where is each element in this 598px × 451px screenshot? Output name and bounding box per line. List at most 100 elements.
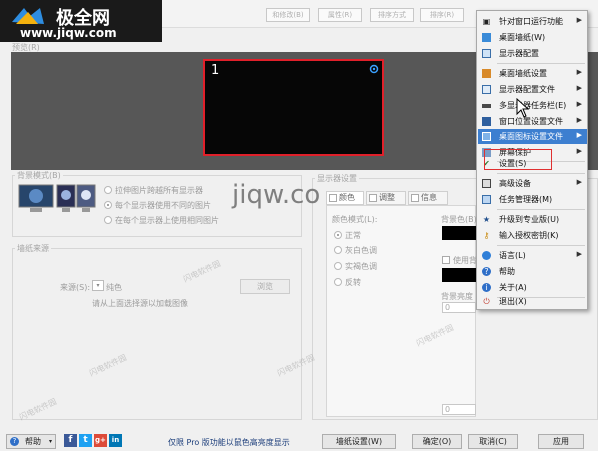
source-hint: 请从上面选择源以加载图像 [92, 299, 188, 308]
menu-item-wallpaper-settings[interactable]: 桌面墙纸设置 ▶ [478, 66, 587, 81]
color-mode-sepia-label: 实褐色调 [345, 262, 377, 271]
menu-item-window-position[interactable]: 窗口位置设置文件 ▶ [478, 114, 587, 129]
bg-opacity-input[interactable]: 0 [442, 302, 476, 313]
color-mode-invert-label: 反转 [345, 278, 361, 287]
menu-item-desktop-icons[interactable]: 桌面图标设置文件 ▶ [478, 129, 587, 144]
bg-color-swatch[interactable] [442, 226, 476, 240]
chevron-right-icon: ▶ [576, 100, 582, 108]
linkedin-icon[interactable]: in [109, 434, 122, 447]
menu-item-monitor-config[interactable]: 显示器配置 [478, 46, 587, 61]
menu-item-language[interactable]: 语言(L) ▶ [478, 248, 587, 263]
chevron-right-icon: ▶ [576, 250, 582, 258]
wallpaper-settings-button[interactable]: 墙纸设置(W) [322, 434, 396, 449]
window-position-icon [482, 117, 491, 126]
browse-button[interactable]: 浏览 [240, 279, 290, 294]
menu-item-about[interactable]: i 关于(A) [478, 280, 587, 295]
chevron-right-icon: ▶ [576, 147, 582, 155]
menu-item-upgrade[interactable]: ★ 升级到专业版(U) [478, 212, 587, 227]
menu-item-run-on-window[interactable]: ▣ 针对窗口运行功能 ▶ [478, 14, 587, 29]
menu-item-label: 升级到专业版(U) [499, 215, 560, 224]
menu-item-task-manager[interactable]: 任务管理器(M) [478, 192, 587, 207]
tab-adjust-label: 调整 [379, 193, 395, 202]
toolbar-button-3[interactable]: 排序方式 [370, 8, 414, 22]
toolbar-button-2[interactable]: 属性(R) [318, 8, 362, 22]
menu-item-label: 多显示器任务栏(E) [499, 101, 567, 110]
tab-color[interactable]: 颜色 [326, 191, 364, 205]
window-icon: ▣ [482, 17, 491, 26]
bg-mode-label-per-monitor: 每个显示器使用不同的图片 [115, 201, 211, 210]
chevron-down-icon: ▾ [48, 438, 52, 445]
cancel-button[interactable]: 取消(C) [468, 434, 518, 449]
menu-item-monitor-profile[interactable]: 显示器配置文件 ▶ [478, 82, 587, 97]
tab-adjust-checkbox[interactable] [369, 194, 377, 202]
bg-mode-label-same: 在每个显示器上使用相同图片 [115, 216, 219, 225]
menu-item-label: 桌面墙纸(W) [499, 33, 546, 42]
ok-button[interactable]: 确定(O) [412, 434, 462, 449]
color-mode-radio-sepia[interactable] [334, 262, 342, 270]
twitter-icon[interactable]: t [79, 434, 92, 447]
tab-adjust[interactable]: 调整 [366, 191, 406, 205]
menu-item-label: 退出(X) [499, 297, 527, 306]
tab-info-label: 信息 [421, 193, 437, 202]
chevron-right-icon: ▶ [576, 84, 582, 92]
desktop-icons-icon [482, 132, 491, 141]
chevron-right-icon: ▶ [576, 131, 582, 139]
bottom-value-input[interactable]: 0 [442, 404, 476, 415]
color-mode-radio-grayscale[interactable] [334, 246, 342, 254]
toolbar-button-1[interactable]: 和修改(B) [266, 8, 310, 22]
source-value[interactable]: 纯色 [106, 282, 122, 293]
mouse-cursor-icon [516, 98, 530, 118]
tab-color-checkbox[interactable] [329, 194, 337, 202]
chevron-right-icon: ▶ [576, 178, 582, 186]
monitor-icon [482, 49, 491, 58]
color-mode-grayscale-label: 灰白色调 [345, 246, 377, 255]
help-icon: ? [482, 267, 491, 276]
star-icon: ★ [482, 215, 491, 224]
menu-item-wallpaper[interactable]: 桌面墙纸(W) [478, 30, 587, 45]
language-icon [482, 251, 491, 260]
chevron-right-icon: ▶ [576, 16, 582, 24]
monitor-settings-icon[interactable] [369, 64, 379, 74]
source-label: 来源(S): [60, 283, 91, 292]
watermark-logo: 极全网 www.jiqw.com [0, 0, 162, 42]
menu-item-label: 关于(A) [499, 283, 527, 292]
menu-item-label: 显示器配置 [499, 49, 539, 58]
bg-mode-radio-per-monitor[interactable] [104, 201, 112, 209]
watermark-url: www.jiqw.com [20, 26, 117, 40]
chevron-right-icon: ▶ [576, 68, 582, 76]
use-bg-swatch[interactable] [442, 268, 476, 282]
color-mode-radio-invert[interactable] [334, 278, 342, 286]
tab-info-checkbox[interactable] [411, 194, 419, 202]
exit-icon: ⏻ [483, 297, 490, 306]
source-dropdown-arrow-icon[interactable]: ▾ [92, 280, 104, 291]
monitor-profile-icon [482, 85, 491, 94]
googleplus-icon[interactable]: g+ [94, 434, 107, 447]
use-bg-checkbox[interactable] [442, 256, 450, 264]
menu-separator [497, 245, 585, 246]
color-mode-radio-normal[interactable] [334, 231, 342, 239]
menu-item-label: 高级设备 [499, 179, 531, 188]
pro-note: 仅限 Pro 版功能以鼠色高亮度显示 [168, 438, 290, 447]
menu-item-multi-taskbar[interactable]: 多显示器任务栏(E) ▶ [478, 98, 587, 113]
apply-button[interactable]: 应用 [538, 434, 584, 449]
monitor-thumbnail[interactable]: 1 [203, 59, 384, 156]
facebook-icon[interactable]: f [64, 434, 77, 447]
menu-item-advanced-device[interactable]: 高级设备 ▶ [478, 176, 587, 191]
menu-item-label: 任务管理器(M) [499, 195, 553, 204]
monitor-number: 1 [211, 63, 220, 78]
menu-item-label: 桌面墙纸设置 [499, 69, 547, 78]
bg-mode-radio-stretch[interactable] [104, 186, 112, 194]
menu-item-help[interactable]: ? 帮助 [478, 264, 587, 279]
task-manager-icon [482, 195, 491, 204]
bg-opacity-label: 背景亮度 [441, 292, 473, 301]
help-button-icon: ? [10, 437, 19, 446]
chevron-right-icon: ▶ [576, 116, 582, 124]
taskbar-icon [482, 104, 491, 108]
watermark-center: jiqw.co [232, 180, 321, 210]
help-button[interactable]: ? 帮助 ▾ [6, 434, 56, 449]
menu-item-license-key[interactable]: ⚷ 输入授权密钥(K) [478, 228, 587, 243]
bg-mode-radio-same[interactable] [104, 216, 112, 224]
menu-item-exit[interactable]: ⏻ 退出(X) [478, 294, 587, 309]
toolbar-button-4[interactable]: 排序(R) [420, 8, 464, 22]
tab-info[interactable]: 信息 [408, 191, 448, 205]
